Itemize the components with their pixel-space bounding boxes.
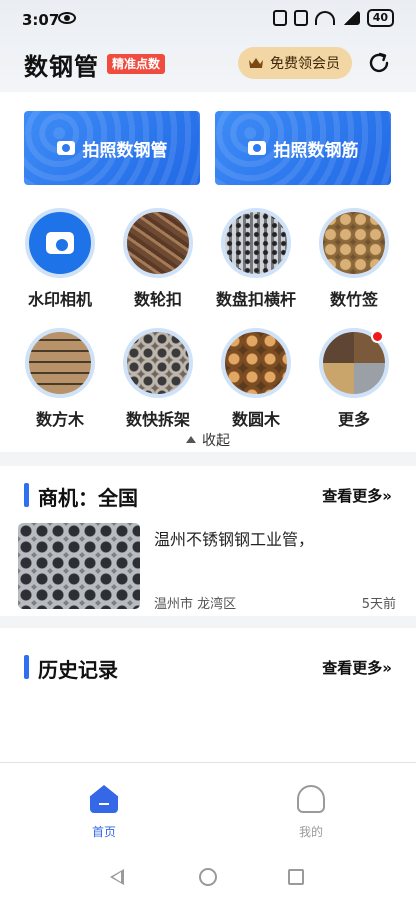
grid-label: 数盘扣横杆 <box>215 290 296 309</box>
photo-button-label: 拍照数钢管 <box>82 140 168 161</box>
section-accent-bar <box>24 655 29 679</box>
grid-item-scaffold[interactable]: 数快拆架 <box>108 328 208 430</box>
home-icon <box>90 785 118 813</box>
grid-label: 数竹签 <box>329 290 378 309</box>
grid-item-coupler-bar[interactable]: 数盘扣横杆 <box>206 208 306 310</box>
grid-item-bamboo[interactable]: 数竹签 <box>304 208 404 310</box>
grid-label: 更多 <box>337 410 370 429</box>
grid-item-logs[interactable]: 数圆木 <box>206 328 306 430</box>
grid-item-watermark-camera[interactable]: 水印相机 <box>10 208 110 310</box>
crown-icon <box>249 58 263 68</box>
business-item-time: 5天前 <box>361 597 396 612</box>
business-more-link[interactable]: 查看更多» <box>322 485 392 506</box>
grid-item-wheel-buckle[interactable]: 数轮扣 <box>108 208 208 310</box>
grid-label: 数快拆架 <box>125 410 190 429</box>
collapse-toggle[interactable]: 收起 <box>0 430 416 450</box>
status-bar: 3:07 40 <box>0 0 416 40</box>
bottom-nav: 首页 我的 <box>0 762 416 850</box>
nav-profile-label: 我的 <box>298 825 323 839</box>
business-item-title[interactable]: 温州不锈钢钢工业管， <box>154 526 314 550</box>
collapse-arrow-icon <box>186 436 196 443</box>
wifi-icon <box>314 11 335 25</box>
status-time: 3:07 <box>22 11 60 29</box>
camera-icon <box>56 141 75 155</box>
status-icons: 40 <box>272 9 394 27</box>
steel-pipe-thumbnail[interactable] <box>18 523 140 609</box>
count-steel-pipe-button[interactable]: 拍照数钢管 <box>24 111 200 185</box>
camera-icon <box>25 208 95 278</box>
grid-label: 水印相机 <box>27 290 92 309</box>
grid-label: 数圆木 <box>231 410 280 429</box>
timber-photo-icon <box>25 328 95 398</box>
history-title: 历史记录 <box>38 658 118 682</box>
nav-home[interactable]: 首页 <box>74 785 134 840</box>
grid-label: 数轮扣 <box>133 290 182 309</box>
system-nav-bar <box>0 850 416 900</box>
camera-icon <box>247 141 266 155</box>
notification-dot <box>371 330 384 343</box>
back-icon[interactable] <box>110 869 124 885</box>
scaffold-photo-icon <box>123 328 193 398</box>
refresh-icon[interactable] <box>367 51 391 75</box>
coupler-photo-icon <box>221 208 291 278</box>
app-title: 数钢管 <box>24 53 99 81</box>
nav-home-label: 首页 <box>91 825 116 839</box>
vibrate-icon <box>293 10 308 26</box>
eye-icon <box>58 12 76 24</box>
history-section: 历史记录 查看更多» <box>0 628 416 762</box>
history-more-link[interactable]: 查看更多» <box>322 657 392 678</box>
grid-label: 数方木 <box>35 410 84 429</box>
rebar-photo-icon <box>123 208 193 278</box>
battery-icon: 40 <box>366 9 394 27</box>
vip-label: 免费领会员 <box>270 56 340 72</box>
nav-profile[interactable]: 我的 <box>281 785 341 840</box>
count-rebar-button[interactable]: 拍照数钢筋 <box>215 111 391 185</box>
accuracy-badge: 精准点数 <box>107 54 166 74</box>
logs-photo-icon <box>221 328 291 398</box>
business-title: 商机：全国 <box>38 486 138 510</box>
section-accent-bar <box>24 483 29 507</box>
collapse-label: 收起 <box>202 433 230 449</box>
recents-icon[interactable] <box>288 869 304 885</box>
signal-icon <box>341 11 360 25</box>
user-icon <box>297 785 325 813</box>
home-circle-icon[interactable] <box>199 868 217 886</box>
grid-item-more[interactable]: 更多 <box>304 328 404 430</box>
battery-saver-icon <box>272 10 287 26</box>
grid-item-timber[interactable]: 数方木 <box>10 328 110 430</box>
bamboo-photo-icon <box>319 208 389 278</box>
photo-button-label: 拍照数钢筋 <box>273 140 359 161</box>
free-vip-button[interactable]: 免费领会员 <box>238 47 352 79</box>
business-item-location: 温州市 龙湾区 <box>154 597 237 612</box>
